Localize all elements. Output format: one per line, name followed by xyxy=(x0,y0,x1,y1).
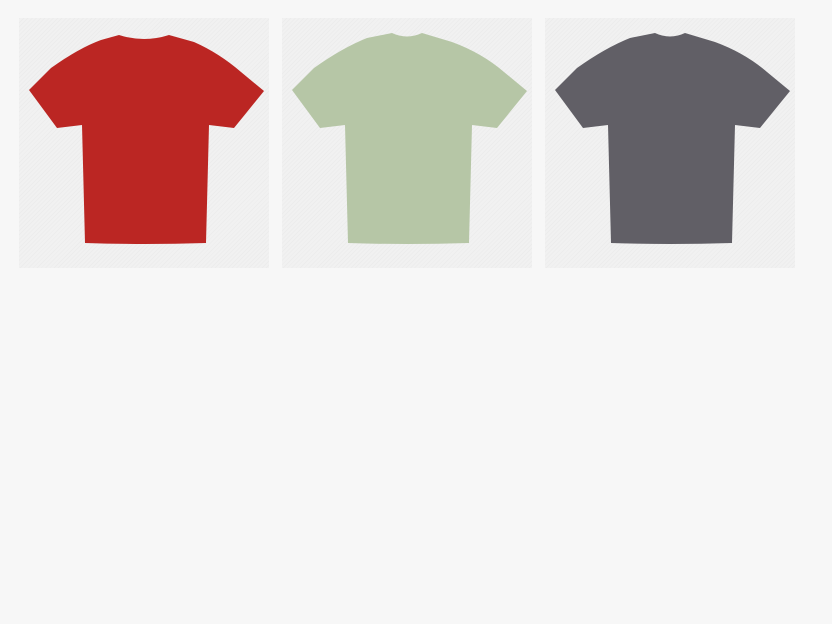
tshirt-image xyxy=(29,35,264,244)
tshirt-icon xyxy=(292,33,527,244)
product-grid xyxy=(19,18,795,268)
product-tile-sage-green[interactable] xyxy=(282,18,532,268)
tshirt-icon xyxy=(29,35,264,244)
tshirt-image xyxy=(292,33,527,244)
page xyxy=(0,0,832,624)
product-tile-charcoal-gray[interactable] xyxy=(545,18,795,268)
product-tile-red[interactable] xyxy=(19,18,269,268)
tshirt-image xyxy=(555,33,790,244)
tshirt-icon xyxy=(555,33,790,244)
